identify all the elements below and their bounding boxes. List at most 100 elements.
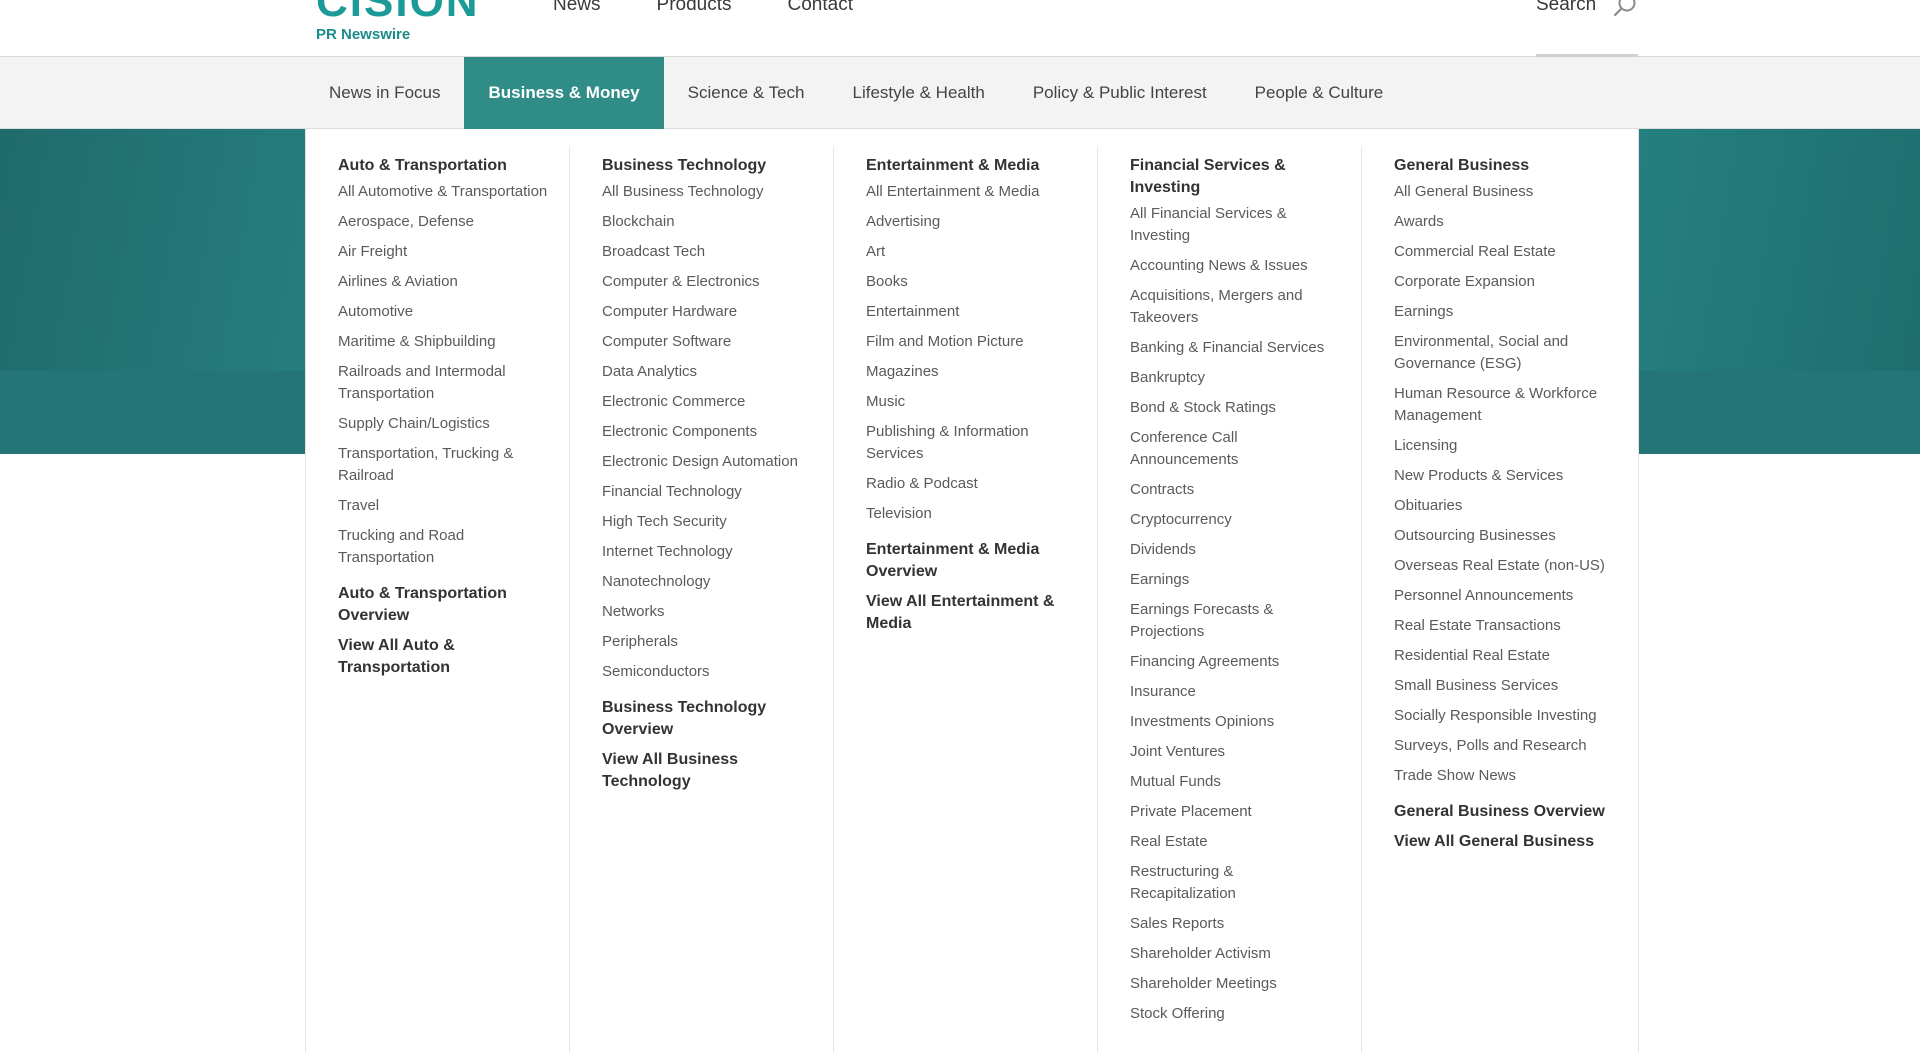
menu-item[interactable]: Corporate Expansion bbox=[1394, 271, 1608, 293]
top-nav-products[interactable]: Products bbox=[657, 0, 732, 16]
tab-news-in-focus[interactable]: News in Focus bbox=[305, 57, 464, 129]
menu-item[interactable]: All Business Technology bbox=[602, 181, 815, 203]
menu-item[interactable]: Banking & Financial Services bbox=[1130, 337, 1343, 359]
menu-item[interactable]: Financial Technology bbox=[602, 481, 815, 503]
menu-item[interactable]: Semiconductors bbox=[602, 661, 815, 683]
menu-item[interactable]: Books bbox=[866, 271, 1079, 293]
menu-item[interactable]: Magazines bbox=[866, 361, 1079, 383]
menu-item[interactable]: Overseas Real Estate (non-US) bbox=[1394, 555, 1608, 577]
menu-item[interactable]: Television bbox=[866, 503, 1079, 525]
menu-column-heading[interactable]: General Business bbox=[1394, 155, 1608, 177]
menu-item[interactable]: Air Freight bbox=[338, 241, 551, 263]
menu-item[interactable]: Bankruptcy bbox=[1130, 367, 1343, 389]
menu-column-heading[interactable]: Auto & Transportation bbox=[338, 155, 551, 177]
menu-item[interactable]: Internet Technology bbox=[602, 541, 815, 563]
menu-item[interactable]: Computer Hardware bbox=[602, 301, 815, 323]
menu-item[interactable]: Residential Real Estate bbox=[1394, 645, 1608, 667]
menu-item[interactable]: Real Estate Transactions bbox=[1394, 615, 1608, 637]
menu-item[interactable]: Small Business Services bbox=[1394, 675, 1608, 697]
tab-science-tech[interactable]: Science & Tech bbox=[664, 57, 829, 129]
menu-item[interactable]: All Entertainment & Media bbox=[866, 181, 1079, 203]
menu-item[interactable]: Private Placement bbox=[1130, 801, 1343, 823]
menu-item[interactable]: Radio & Podcast bbox=[866, 473, 1079, 495]
menu-item[interactable]: New Products & Services bbox=[1394, 465, 1608, 487]
menu-item[interactable]: High Tech Security bbox=[602, 511, 815, 533]
menu-item[interactable]: Electronic Components bbox=[602, 421, 815, 443]
menu-item[interactable]: Data Analytics bbox=[602, 361, 815, 383]
menu-item[interactable]: Awards bbox=[1394, 211, 1608, 233]
menu-item[interactable]: Broadcast Tech bbox=[602, 241, 815, 263]
menu-item[interactable]: Real Estate bbox=[1130, 831, 1343, 853]
menu-item[interactable]: Licensing bbox=[1394, 435, 1608, 457]
menu-item[interactable]: Sales Reports bbox=[1130, 913, 1343, 935]
menu-item[interactable]: Trucking and Road Transportation bbox=[338, 525, 551, 569]
menu-item[interactable]: Maritime & Shipbuilding bbox=[338, 331, 551, 353]
menu-item[interactable]: Mutual Funds bbox=[1130, 771, 1343, 793]
menu-overview-link[interactable]: Entertainment & Media Overview bbox=[866, 539, 1079, 583]
menu-overview-link[interactable]: General Business Overview bbox=[1394, 801, 1608, 823]
menu-item[interactable]: All Automotive & Transportation bbox=[338, 181, 551, 203]
menu-item[interactable]: Film and Motion Picture bbox=[866, 331, 1079, 353]
menu-item[interactable]: Electronic Design Automation bbox=[602, 451, 815, 473]
menu-item[interactable]: Entertainment bbox=[866, 301, 1079, 323]
menu-item[interactable]: Art bbox=[866, 241, 1079, 263]
menu-column-heading[interactable]: Business Technology bbox=[602, 155, 815, 177]
menu-view-all-link[interactable]: View All General Business bbox=[1394, 831, 1608, 853]
menu-item[interactable]: Joint Ventures bbox=[1130, 741, 1343, 763]
menu-view-all-link[interactable]: View All Auto & Transportation bbox=[338, 635, 551, 679]
menu-item[interactable]: Conference Call Announcements bbox=[1130, 427, 1343, 471]
menu-item[interactable]: Earnings bbox=[1130, 569, 1343, 591]
menu-item[interactable]: Socially Responsible Investing bbox=[1394, 705, 1608, 727]
brand-logo[interactable]: CISION PR Newswire bbox=[316, 0, 516, 46]
tab-business-money[interactable]: Business & Money bbox=[464, 57, 664, 129]
menu-item[interactable]: Outsourcing Businesses bbox=[1394, 525, 1608, 547]
menu-item[interactable]: Accounting News & Issues bbox=[1130, 255, 1343, 277]
menu-item[interactable]: Electronic Commerce bbox=[602, 391, 815, 413]
menu-item[interactable]: Music bbox=[866, 391, 1079, 413]
menu-column-heading[interactable]: Financial Services & Investing bbox=[1130, 155, 1343, 199]
menu-item[interactable]: Surveys, Polls and Research bbox=[1394, 735, 1608, 757]
menu-item[interactable]: Travel bbox=[338, 495, 551, 517]
menu-column-heading[interactable]: Entertainment & Media bbox=[866, 155, 1079, 177]
menu-item[interactable]: Insurance bbox=[1130, 681, 1343, 703]
menu-item[interactable]: Computer & Electronics bbox=[602, 271, 815, 293]
menu-item[interactable]: Trade Show News bbox=[1394, 765, 1608, 787]
menu-item[interactable]: All Financial Services & Investing bbox=[1130, 203, 1343, 247]
menu-view-all-link[interactable]: View All Business Technology bbox=[602, 749, 815, 793]
menu-item[interactable]: Dividends bbox=[1130, 539, 1343, 561]
tab-lifestyle-health[interactable]: Lifestyle & Health bbox=[829, 57, 1009, 129]
menu-item[interactable]: Investments Opinions bbox=[1130, 711, 1343, 733]
menu-item[interactable]: Environmental, Social and Governance (ES… bbox=[1394, 331, 1608, 375]
menu-item[interactable]: Personnel Announcements bbox=[1394, 585, 1608, 607]
menu-view-all-link[interactable]: View All Entertainment & Media bbox=[866, 591, 1079, 635]
menu-item[interactable]: Human Resource & Workforce Management bbox=[1394, 383, 1608, 427]
menu-item[interactable]: Shareholder Meetings bbox=[1130, 973, 1343, 995]
menu-item[interactable]: Earnings bbox=[1394, 301, 1608, 323]
menu-item[interactable]: Peripherals bbox=[602, 631, 815, 653]
menu-item[interactable]: Bond & Stock Ratings bbox=[1130, 397, 1343, 419]
menu-item[interactable]: Acquisitions, Mergers and Takeovers bbox=[1130, 285, 1343, 329]
menu-item[interactable]: Financing Agreements bbox=[1130, 651, 1343, 673]
menu-item[interactable]: Nanotechnology bbox=[602, 571, 815, 593]
top-nav-news[interactable]: News bbox=[553, 0, 601, 16]
menu-item[interactable]: Contracts bbox=[1130, 479, 1343, 501]
menu-item[interactable]: Computer Software bbox=[602, 331, 815, 353]
menu-item[interactable]: Supply Chain/Logistics bbox=[338, 413, 551, 435]
menu-item[interactable]: Shareholder Activism bbox=[1130, 943, 1343, 965]
search-toggle[interactable]: Search bbox=[1536, 0, 1638, 57]
menu-item[interactable]: Automotive bbox=[338, 301, 551, 323]
menu-item[interactable]: All General Business bbox=[1394, 181, 1608, 203]
menu-item[interactable]: Aerospace, Defense bbox=[338, 211, 551, 233]
tab-people-culture[interactable]: People & Culture bbox=[1231, 57, 1408, 129]
menu-item[interactable]: Cryptocurrency bbox=[1130, 509, 1343, 531]
menu-item[interactable]: Obituaries bbox=[1394, 495, 1608, 517]
menu-overview-link[interactable]: Business Technology Overview bbox=[602, 697, 815, 741]
menu-item[interactable]: Earnings Forecasts & Projections bbox=[1130, 599, 1343, 643]
tab-policy-public-interest[interactable]: Policy & Public Interest bbox=[1009, 57, 1231, 129]
menu-item[interactable]: Airlines & Aviation bbox=[338, 271, 551, 293]
menu-item[interactable]: Advertising bbox=[866, 211, 1079, 233]
menu-item[interactable]: Restructuring & Recapitalization bbox=[1130, 861, 1343, 905]
menu-item[interactable]: Networks bbox=[602, 601, 815, 623]
menu-item[interactable]: Commercial Real Estate bbox=[1394, 241, 1608, 263]
menu-item[interactable]: Railroads and Intermodal Transportation bbox=[338, 361, 551, 405]
